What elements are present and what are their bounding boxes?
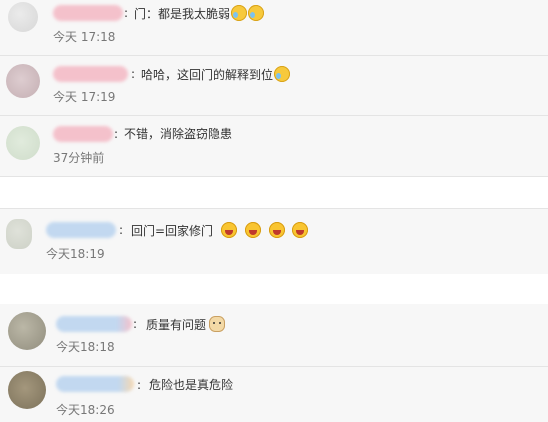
user-avatar[interactable] [6,219,32,249]
colon: : [119,223,124,237]
user-avatar[interactable] [6,64,40,98]
laugh-emoji-icon [220,222,237,238]
comment-text: 危险也是真危险 [149,378,234,392]
user-avatar[interactable] [8,371,46,409]
comment-text: 不错，消除盗窃隐患 [124,127,233,141]
comment-time: 今天 17:18 [53,30,116,44]
comment-time: 37分钟前 [53,151,105,165]
comment-text: 门：都是我太脆弱 [134,5,265,22]
colon: : [131,67,136,81]
user-name-blurred[interactable] [53,126,113,142]
laugh-emoji-icon [292,222,309,238]
divider [0,176,548,177]
comment-item: : 哈哈，这回门的解释到位 今天 17:19 [0,56,548,115]
colon: : [124,6,129,20]
comment-item: : 门：都是我太脆弱 今天 17:18 [0,0,548,55]
comment-item: : 回门=回家修门 今天18:19 [0,209,548,274]
user-name-blurred[interactable] [53,66,128,82]
laugh-emoji-icon [244,222,261,238]
colon: : [137,378,142,392]
comment-time: 今天 17:19 [53,90,116,104]
user-avatar[interactable] [8,2,38,32]
comment-text: 质量有问题 [146,316,226,333]
comment-text: 回门=回家修门 [131,222,309,239]
user-name-blurred[interactable] [53,5,123,21]
user-name-blurred[interactable] [56,376,134,392]
comment-time: 今天18:18 [56,340,115,354]
cry-laugh-emoji-icon [248,5,265,21]
comment-time: 今天18:19 [46,247,105,261]
cry-laugh-emoji-icon [231,5,248,21]
user-avatar[interactable] [6,126,40,160]
cry-laugh-emoji-icon [274,66,291,82]
user-name-blurred[interactable] [46,222,116,238]
colon: : [133,317,138,331]
comment-time: 今天18:26 [56,403,115,417]
doge-emoji-icon [209,316,226,332]
user-name-blurred[interactable] [56,316,132,332]
user-avatar[interactable] [8,312,46,350]
comment-item: : 质量有问题 今天18:18 [0,304,548,366]
comment-item: : 不错，消除盗窃隐患 37分钟前 [0,116,548,176]
comment-text: 哈哈，这回门的解释到位 [141,66,291,83]
colon: : [114,127,119,141]
comment-item: : 危险也是真危险 今天18:26 [0,367,548,422]
laugh-emoji-icon [268,222,285,238]
